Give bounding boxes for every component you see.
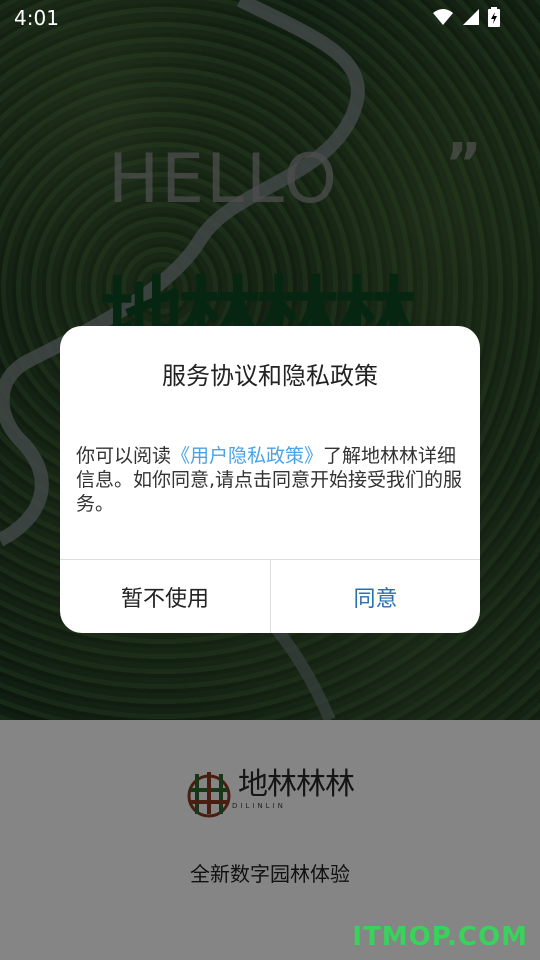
privacy-policy-link[interactable]: 《用户隐私政策》 (171, 445, 323, 467)
agree-button[interactable]: 同意 (271, 560, 480, 633)
watermark-text: ITMOP.COM (352, 922, 528, 952)
cellular-signal-icon (463, 9, 479, 25)
privacy-policy-dialog: 服务协议和隐私政策 你可以阅读《用户隐私政策》了解地林林详细信息。如你同意,请点… (60, 326, 480, 633)
dialog-message: 你可以阅读《用户隐私政策》了解地林林详细信息。如你同意,请点击同意开始接受我们的… (76, 444, 466, 516)
battery-charging-icon (488, 7, 500, 27)
dialog-title: 服务协议和隐私政策 (162, 362, 378, 390)
status-time: 4:01 (14, 6, 59, 30)
app-screen: HELLO ” 地林林林 地林林林 DILINLIN 全新数字园林体验 ITMO… (0, 0, 540, 960)
status-icons (432, 7, 500, 27)
wifi-icon (433, 9, 453, 25)
decline-button[interactable]: 暂不使用 (60, 560, 270, 633)
dialog-body-prefix: 你可以阅读 (76, 445, 172, 467)
status-bar: 4:01 (0, 0, 540, 36)
